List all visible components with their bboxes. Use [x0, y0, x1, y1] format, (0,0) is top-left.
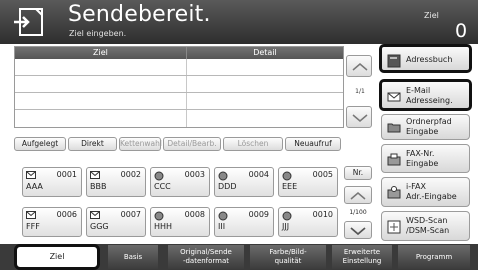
address-entry[interactable]: 0010 JJJ — [278, 207, 338, 237]
send-icon — [14, 8, 43, 36]
tab-color-quality[interactable]: Farbe/Bild- qualität — [250, 245, 326, 269]
group-icon — [218, 211, 228, 221]
destination-count-label: Ziel — [424, 11, 439, 20]
address-entry[interactable]: 0002 BBB — [86, 167, 146, 197]
destination-row[interactable] — [15, 76, 343, 93]
group-icon — [282, 171, 292, 181]
address-entry[interactable]: 0003 CCC — [150, 167, 210, 197]
group-icon — [154, 171, 164, 181]
fax-icon — [387, 153, 401, 166]
address-scroll-down-button[interactable] — [344, 221, 372, 239]
address-pager: 1/100 — [349, 209, 367, 216]
address-entry[interactable]: 0007 GGG — [86, 207, 146, 237]
page-subtitle: Ziel eingeben. — [69, 29, 127, 38]
destination-row[interactable] — [15, 59, 343, 76]
destination-table: Ziel Detail — [14, 46, 344, 128]
detail-edit-button[interactable]: Detail/Bearb. — [163, 137, 221, 151]
tab-original-format[interactable]: Original/Sende -datenformat — [168, 245, 244, 269]
address-entry[interactable]: 0005 EEE — [278, 167, 338, 197]
delete-button[interactable]: Löschen — [223, 137, 283, 151]
address-entry[interactable]: 0004 DDD — [214, 167, 274, 197]
destination-row[interactable] — [15, 93, 343, 110]
address-entry[interactable]: 0008 HHH — [150, 207, 210, 237]
address-book-button[interactable]: Adressbuch — [379, 44, 472, 73]
address-book-icon — [387, 54, 401, 68]
bottom-tab-bar: Ziel Basis Original/Sende -datenformat F… — [0, 244, 478, 270]
address-entry[interactable]: 0006 FFF — [22, 207, 82, 237]
email-icon — [90, 211, 100, 219]
destination-table-header: Ziel Detail — [15, 47, 343, 59]
chevron-down-icon — [352, 114, 368, 122]
wsd-scan-button[interactable]: WSD-Scan /DSM-Scan — [381, 211, 470, 241]
ifax-icon — [387, 186, 401, 199]
address-nav: Nr. 1/100 — [344, 166, 372, 239]
address-entry[interactable]: 0001 AAA — [22, 167, 82, 197]
chevron-down-icon — [350, 227, 366, 236]
scroll-down-button[interactable] — [346, 106, 372, 128]
group-icon — [218, 171, 228, 181]
address-scroll-up-button[interactable] — [344, 186, 372, 204]
destination-pager: 1/1 — [355, 88, 365, 95]
fax-number-button[interactable]: FAX-Nr. Eingabe — [381, 144, 470, 173]
destination-count: 0 — [455, 20, 468, 42]
scroll-up-button[interactable] — [346, 55, 372, 77]
email-icon — [26, 171, 36, 179]
wsd-scan-icon — [387, 220, 401, 234]
recall-button[interactable]: Neuaufruf — [285, 137, 341, 151]
column-header-detail: Detail — [185, 47, 343, 59]
chain-dial-button[interactable]: Kettenwahl — [119, 137, 162, 151]
ifax-address-button[interactable]: i-FAX Adr.-Eingabe — [381, 177, 470, 207]
email-icon — [26, 211, 36, 219]
tab-ziel[interactable]: Ziel — [14, 244, 100, 270]
email-icon — [90, 171, 100, 179]
destination-scroll: 1/1 — [346, 55, 374, 128]
destination-actions: Aufgelegt Direkt Kettenwahl Detail/Bearb… — [14, 137, 343, 151]
page-title: Sendebereit. — [68, 2, 211, 27]
group-icon — [282, 211, 292, 221]
folder-icon — [387, 123, 401, 133]
chevron-up-icon — [352, 63, 368, 71]
column-header-ziel: Ziel — [93, 48, 108, 57]
tab-basis[interactable]: Basis — [108, 245, 158, 269]
direct-button[interactable]: Direkt — [68, 137, 117, 151]
header-bar: Sendebereit. Ziel eingeben. Ziel 0 — [0, 0, 478, 44]
tab-advanced-settings[interactable]: Erweiterte Einstellung — [332, 245, 392, 269]
tab-program[interactable]: Programm — [398, 245, 470, 269]
address-entry[interactable]: 0009 III — [214, 207, 274, 237]
email-address-button[interactable]: E-Mail Adresseing. — [379, 79, 472, 111]
sort-number-button[interactable]: Nr. — [344, 166, 372, 180]
group-icon — [154, 211, 164, 221]
chevron-up-icon — [350, 192, 366, 200]
folder-path-button[interactable]: Ordnerpfad Eingabe — [381, 114, 470, 140]
destination-row[interactable] — [15, 110, 343, 127]
email-icon — [387, 92, 401, 102]
loaded-button[interactable]: Aufgelegt — [14, 137, 66, 151]
